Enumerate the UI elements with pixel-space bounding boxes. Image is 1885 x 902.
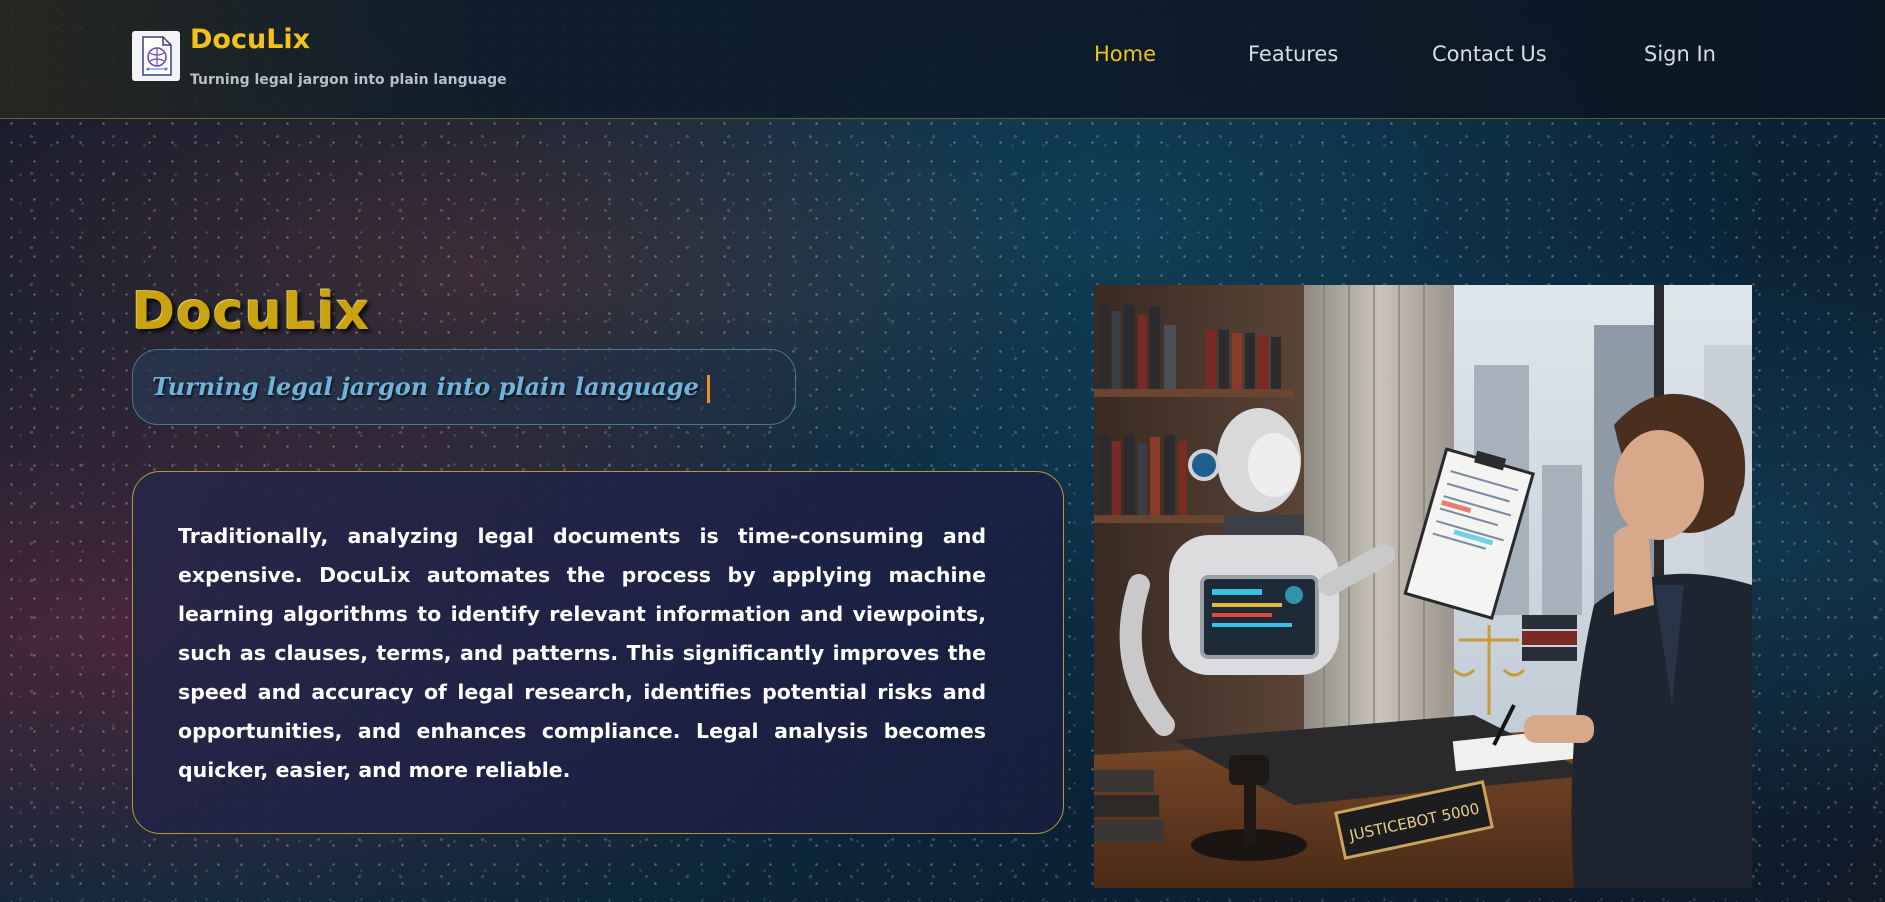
description-text: Traditionally, analyzing legal documents… — [178, 524, 986, 782]
nav-features[interactable]: Features — [1248, 42, 1338, 66]
brand-name[interactable]: DocuLix — [190, 24, 310, 55]
brand-tagline: Turning legal jargon into plain language — [190, 72, 507, 88]
brand-logo[interactable] — [132, 31, 180, 81]
hero-title: DocuLix — [132, 282, 371, 342]
nav-sign-in[interactable]: Sign In — [1644, 42, 1716, 66]
hero-tagline-text: Turning legal jargon into plain language — [152, 372, 699, 401]
typing-caret — [706, 374, 710, 403]
tagline-box: Turning legal jargon into plain language — [132, 349, 796, 425]
nav-contact-us[interactable]: Contact Us — [1432, 42, 1547, 66]
nav-home[interactable]: Home — [1094, 42, 1156, 66]
robot-lawyer-illustration: JUSTICEBOT 5000 — [1094, 285, 1752, 888]
description-card: Traditionally, analyzing legal documents… — [132, 471, 1064, 834]
hero-illustration: JUSTICEBOT 5000 — [1094, 285, 1752, 888]
site-header: DocuLix Turning legal jargon into plain … — [0, 0, 1885, 119]
hero-tagline: Turning legal jargon into plain language — [152, 372, 710, 403]
brain-document-icon — [142, 36, 172, 76]
